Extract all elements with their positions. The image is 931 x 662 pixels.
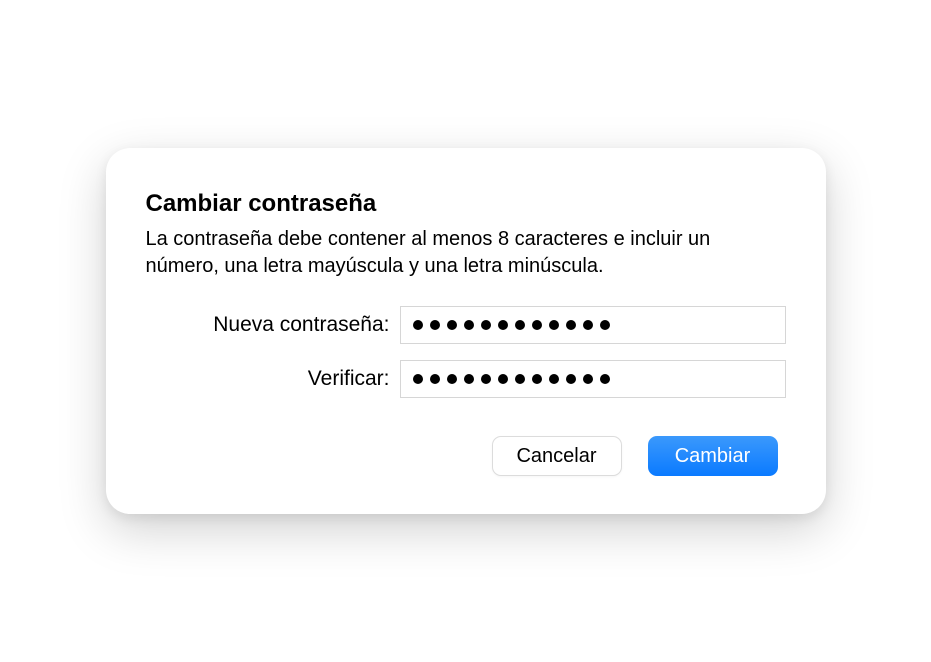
password-dot [532, 374, 542, 384]
password-dot [498, 320, 508, 330]
password-dot [464, 374, 474, 384]
confirm-button[interactable]: Cambiar [648, 436, 778, 476]
password-dot [498, 374, 508, 384]
new-password-row: Nueva contraseña: [146, 306, 786, 344]
password-dot [464, 320, 474, 330]
verify-password-label: Verificar: [308, 367, 390, 390]
verify-password-dots [411, 374, 610, 384]
password-dot [515, 374, 525, 384]
password-dot [583, 374, 593, 384]
new-password-label-cell: Nueva contraseña: [146, 313, 400, 337]
dialog-title: Cambiar contraseña [146, 190, 786, 218]
password-dot [549, 374, 559, 384]
password-dot [413, 320, 423, 330]
password-dot [549, 320, 559, 330]
new-password-dots [411, 320, 610, 330]
password-dot [447, 374, 457, 384]
password-dot [600, 374, 610, 384]
new-password-label: Nueva contraseña: [213, 313, 389, 336]
verify-password-label-cell: Verificar: [146, 367, 400, 391]
dialog-description: La contraseña debe contener al menos 8 c… [146, 226, 786, 280]
password-dot [447, 320, 457, 330]
verify-password-row: Verificar: [146, 360, 786, 398]
password-dot [413, 374, 423, 384]
button-row: Cancelar Cambiar [146, 436, 786, 476]
password-dot [481, 320, 491, 330]
password-dot [481, 374, 491, 384]
password-dot [532, 320, 542, 330]
password-dot [515, 320, 525, 330]
password-dot [566, 374, 576, 384]
change-password-dialog: Cambiar contraseña La contraseña debe co… [106, 148, 826, 514]
new-password-input[interactable] [400, 306, 786, 344]
password-dot [600, 320, 610, 330]
form-container: Nueva contraseña: Verificar: [146, 306, 786, 398]
cancel-button[interactable]: Cancelar [492, 436, 622, 476]
password-dot [566, 320, 576, 330]
verify-password-input[interactable] [400, 360, 786, 398]
password-dot [430, 320, 440, 330]
password-dot [583, 320, 593, 330]
password-dot [430, 374, 440, 384]
